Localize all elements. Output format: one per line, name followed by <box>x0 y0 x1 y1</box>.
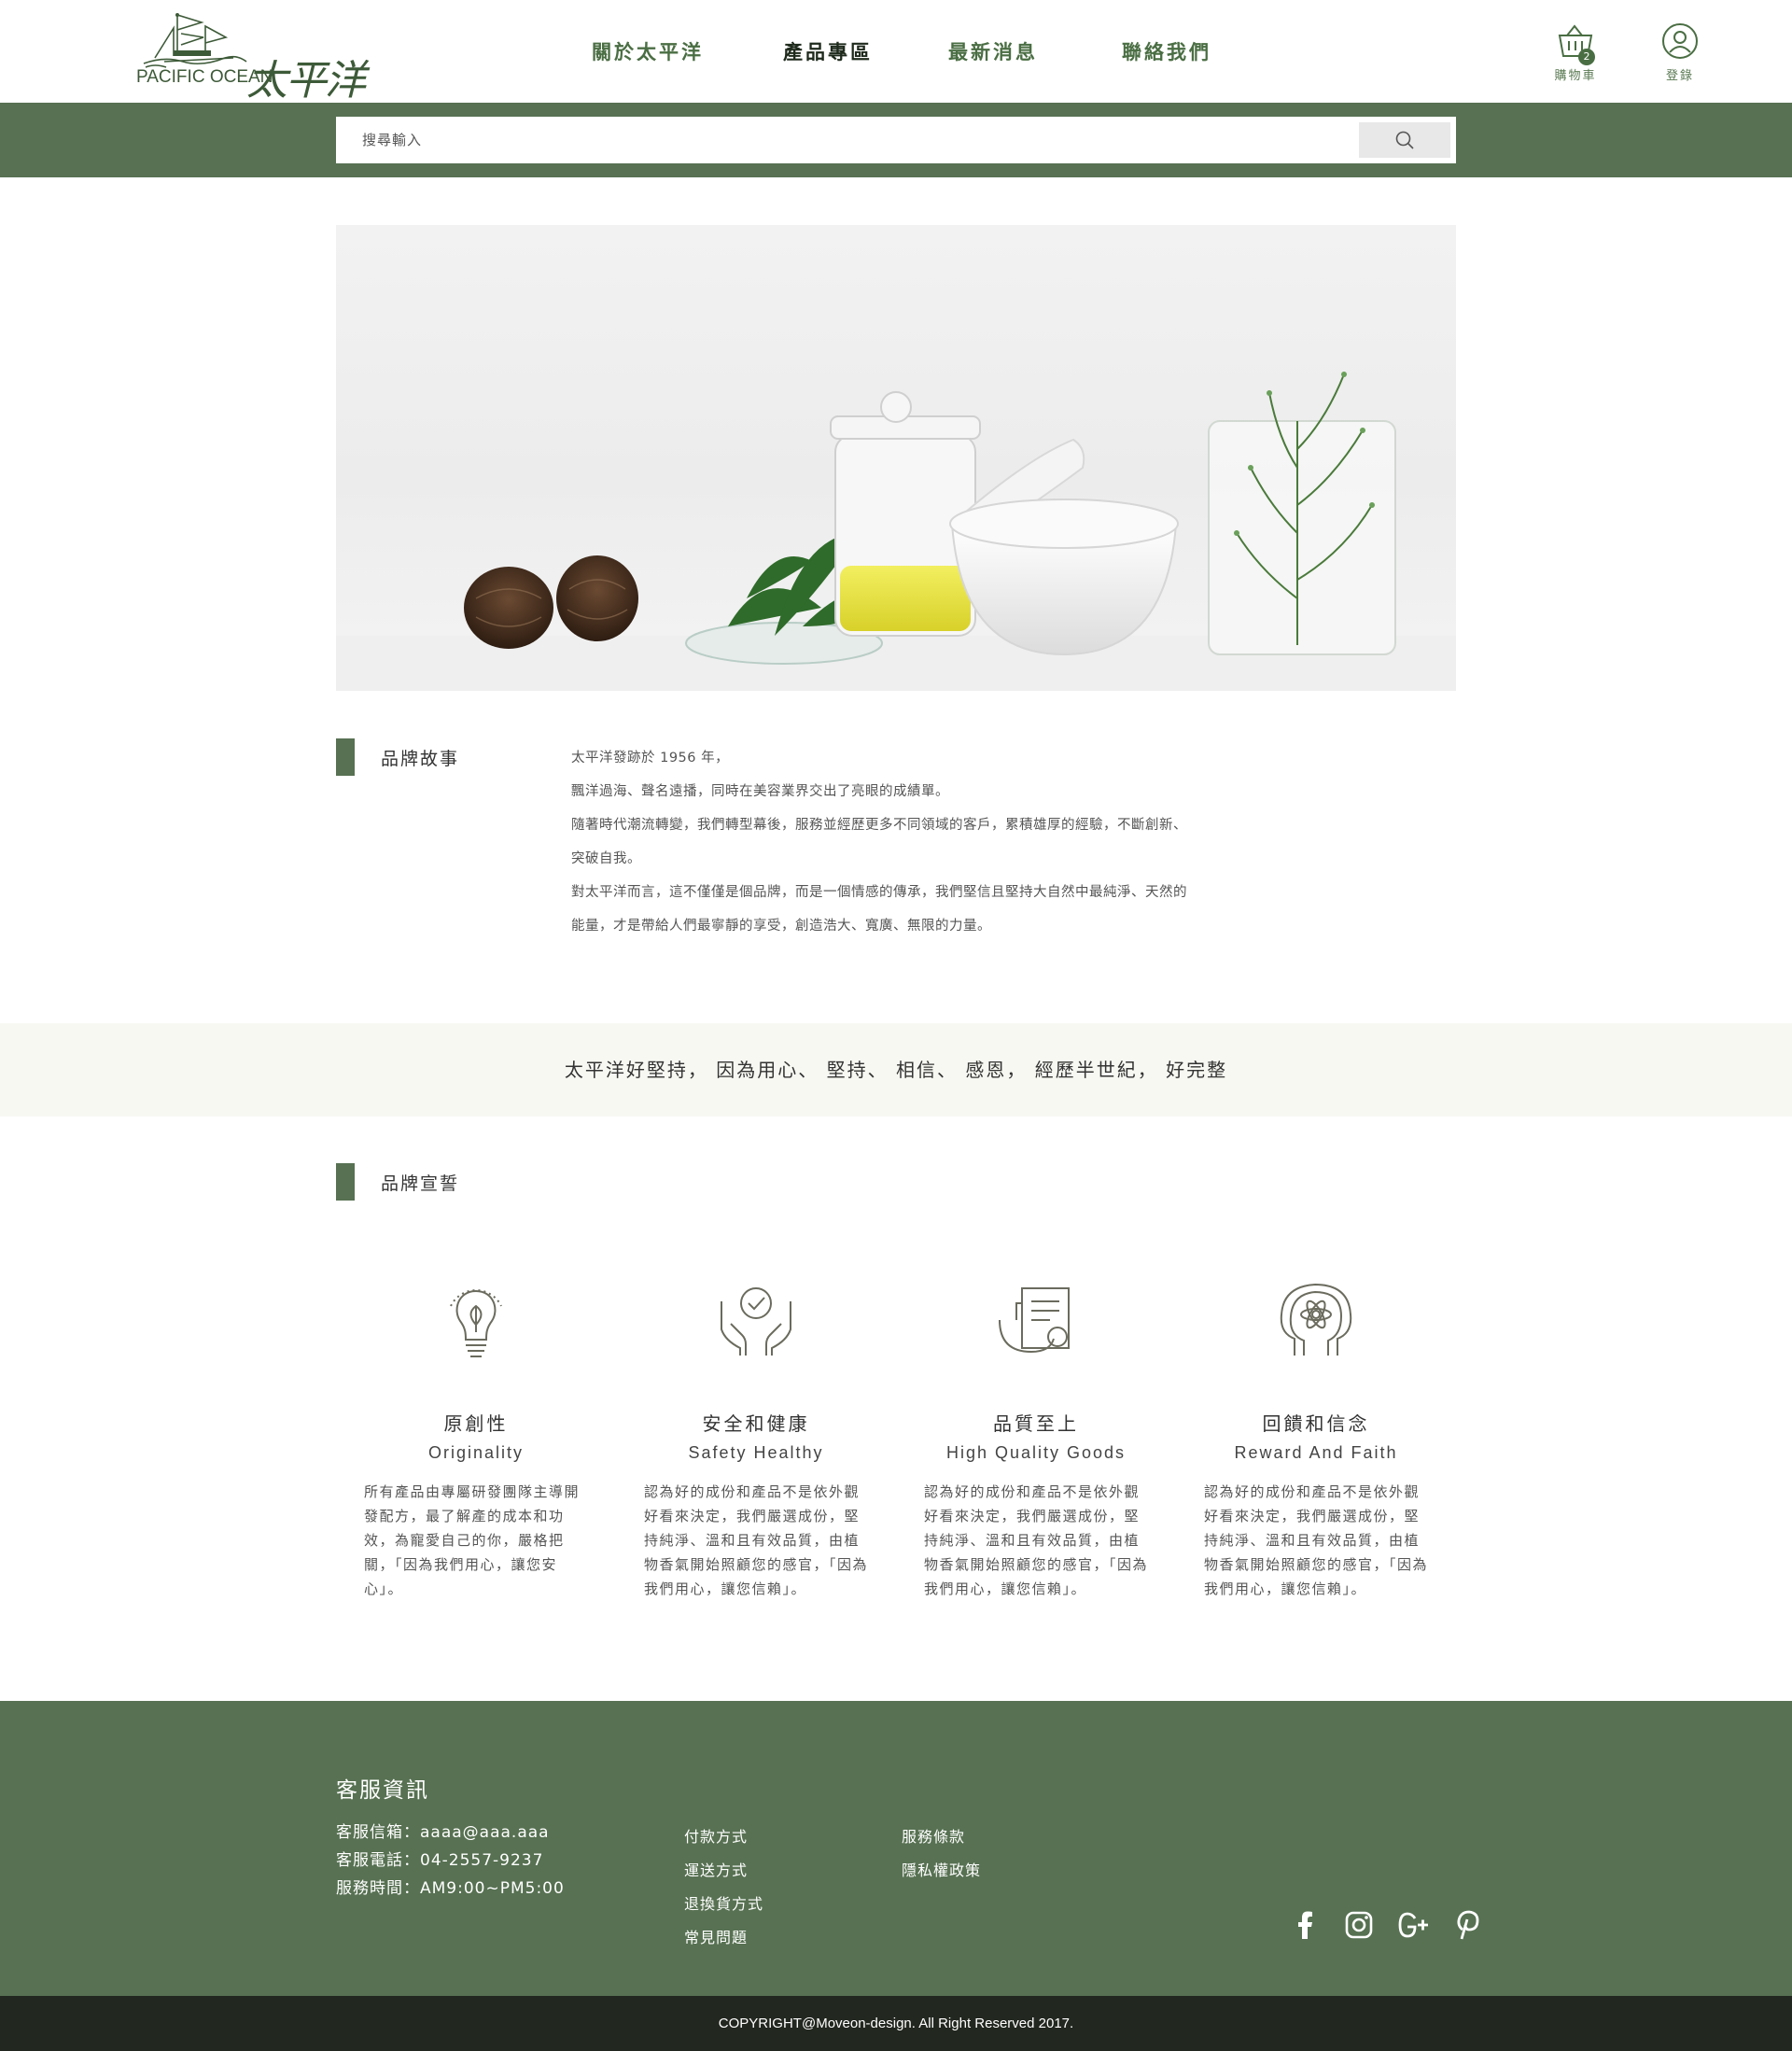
slogan-text: 太平洋好堅持， 因為用心、 堅持、 相信、 感恩， 經歷半世紀， 好完整 <box>564 1059 1228 1081</box>
story-line: 突破自我。 <box>571 851 641 866</box>
brand-story-text: 太平洋發跡於 1956 年， 飄洋過海、聲名遠播，同時在美容業界交出了亮眼的成績… <box>571 741 1243 943</box>
nav-contact[interactable]: 聯絡我們 <box>1122 37 1211 65</box>
lightbulb-leaf-icon <box>450 1289 502 1357</box>
footer-title: 客服資訊 <box>336 1778 429 1803</box>
quality-document-icon <box>999 1287 1070 1354</box>
search-box <box>336 117 1456 163</box>
footer-links-col2: 服務條款 隱私權政策 <box>902 1820 981 1888</box>
user-circle-icon <box>1662 23 1698 59</box>
nav-about[interactable]: 關於太平洋 <box>592 37 704 65</box>
search-icon <box>1395 131 1414 149</box>
cart-button[interactable]: 2 購物車 <box>1538 22 1613 83</box>
value-title-en: Safety Healthy <box>688 1443 824 1462</box>
pinterest-icon[interactable] <box>1450 1908 1484 1942</box>
search-band <box>0 103 1792 177</box>
login-button[interactable]: 登錄 <box>1643 22 1717 83</box>
cart-count-badge: 2 <box>1578 49 1595 65</box>
pledge-values: 原創性 Originality 所有產品由專屬研發團隊主導開發配方，最了解產的成… <box>336 1273 1456 1609</box>
footer-link-faq[interactable]: 常見問題 <box>684 1921 763 1955</box>
nav-news[interactable]: 最新消息 <box>948 37 1038 65</box>
brand-pledge-title: 品牌宣誓 <box>381 1173 460 1194</box>
brand-story-heading: 品牌故事 <box>336 738 459 776</box>
footer-link-payment[interactable]: 付款方式 <box>684 1820 763 1854</box>
value-card: 安全和健康 Safety Healthy 認為好的成份和產品不是依外觀好看來決定… <box>616 1273 896 1601</box>
story-line: 能量，才是帶給人們最寧靜的享受，創造浩大、寬廣、無限的力量。 <box>571 919 991 934</box>
value-title-zh: 原創性 <box>443 1412 509 1435</box>
facebook-icon[interactable] <box>1288 1908 1322 1942</box>
slogan-band: 太平洋好堅持， 因為用心、 堅持、 相信、 感恩， 經歷半世紀， 好完整 <box>0 1023 1792 1117</box>
login-label: 登錄 <box>1665 69 1694 83</box>
search-button[interactable] <box>1359 122 1450 158</box>
value-description: 認為好的成份和產品不是依外觀好看來決定，我們嚴選成份，堅持純淨、溫和且有效品質，… <box>924 1483 1149 1597</box>
value-description: 認為好的成份和產品不是依外觀好看來決定，我們嚴選成份，堅持純淨、溫和且有效品質，… <box>644 1483 869 1597</box>
value-title-zh: 回饋和信念 <box>1262 1412 1370 1435</box>
value-description: 所有產品由專屬研發團隊主導開發配方，最了解產的成本和功效，為寵愛自己的你，嚴格把… <box>364 1483 581 1597</box>
footer-link-shipping[interactable]: 運送方式 <box>684 1854 763 1888</box>
brand-story-title: 品牌故事 <box>381 748 460 769</box>
hero-image <box>336 225 1456 691</box>
story-line: 飄洋過海、聲名遠播，同時在美容業界交出了亮眼的成績單。 <box>571 784 949 799</box>
heading-accent-bar <box>336 738 355 776</box>
hero-still-life-illustration <box>336 372 1456 691</box>
copyright-text: COPYRIGHT@Moveon-design. All Right Reser… <box>718 2016 1074 2031</box>
google-plus-icon[interactable] <box>1396 1908 1430 1942</box>
story-line: 對太平洋而言，這不僅僅是個品牌，而是一個情感的傳承，我們堅信且堅持大自然中最純淨… <box>571 885 1187 900</box>
story-line: 太平洋發跡於 1956 年， <box>571 751 730 766</box>
instagram-icon[interactable] <box>1342 1908 1376 1942</box>
value-title-en: Originality <box>427 1443 525 1462</box>
nav-products[interactable]: 產品專區 <box>783 37 873 65</box>
footer-link-returns[interactable]: 退換貨方式 <box>684 1888 763 1921</box>
ship-logo-icon <box>143 13 247 68</box>
footer-link-privacy[interactable]: 隱私權政策 <box>902 1854 981 1888</box>
value-title-en: Reward And Faith <box>1234 1443 1398 1462</box>
value-title-zh: 安全和健康 <box>702 1412 810 1435</box>
footer-link-terms[interactable]: 服務條款 <box>902 1820 981 1854</box>
footer-hours: 服務時間：AM9:00~PM5:00 <box>336 1879 565 1898</box>
site-header: PACIFIC OCEAN 太平洋 關於太平洋 產品專區 最新消息 聯絡我們 2… <box>0 0 1792 105</box>
footer-email: 客服信箱：aaaa@aaa.aaa <box>336 1823 550 1842</box>
story-line: 隨著時代潮流轉變，我們轉型幕後，服務並經歷更多不同領域的客戶，累積雄厚的經驗，不… <box>571 818 1187 833</box>
head-atom-icon <box>1280 1283 1352 1356</box>
footer-links-col1: 付款方式 運送方式 退換貨方式 常見問題 <box>684 1820 763 1955</box>
site-logo[interactable]: PACIFIC OCEAN 太平洋 <box>136 9 366 105</box>
logo-text-zh: 太平洋 <box>246 57 366 105</box>
copyright-bar: COPYRIGHT@Moveon-design. All Right Reser… <box>0 1996 1792 2051</box>
search-input[interactable] <box>336 117 1353 163</box>
value-title-zh: 品質至上 <box>993 1412 1079 1435</box>
hands-check-icon <box>721 1287 791 1356</box>
value-card: 原創性 Originality 所有產品由專屬研發團隊主導開發配方，最了解產的成… <box>336 1273 616 1601</box>
site-footer: 客服資訊 客服信箱：aaaa@aaa.aaa 客服電話：04-2557-9237… <box>0 1701 1792 1996</box>
value-card: 回饋和信念 Reward And Faith 認為好的成份和產品不是依外觀好看來… <box>1176 1273 1456 1601</box>
footer-contact-info: 客服信箱：aaaa@aaa.aaa 客服電話：04-2557-9237 服務時間… <box>336 1819 565 1903</box>
cart-label: 購物車 <box>1554 69 1597 83</box>
heading-accent-bar <box>336 1163 355 1201</box>
social-links <box>1288 1908 1484 1942</box>
brand-pledge-heading: 品牌宣誓 <box>336 1163 459 1201</box>
value-title-en: High Quality Goods <box>945 1443 1127 1462</box>
footer-phone: 客服電話：04-2557-9237 <box>336 1851 544 1870</box>
value-description: 認為好的成份和產品不是依外觀好看來決定，我們嚴選成份，堅持純淨、溫和且有效品質，… <box>1204 1483 1429 1597</box>
value-card: 品質至上 High Quality Goods 認為好的成份和產品不是依外觀好看… <box>896 1273 1176 1601</box>
